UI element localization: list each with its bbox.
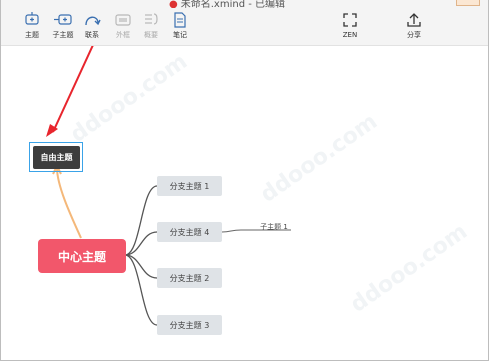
- mind-map-canvas[interactable]: ddooo.com ddooo.com ddooo.com 自由主题 中心主题 …: [1, 46, 488, 359]
- relation-button[interactable]: 联系: [77, 12, 107, 40]
- boundary-button[interactable]: 外框: [108, 12, 138, 40]
- topic-icon: [25, 12, 39, 25]
- topic-label: 主题: [25, 31, 39, 39]
- toolbar: 主题 子主题 联系 外框 概要 笔记 ZEN 分享: [1, 8, 488, 46]
- relation-label: 联系: [85, 31, 99, 39]
- relation-icon: [85, 16, 101, 26]
- boundary-icon: [115, 14, 131, 26]
- note-button[interactable]: 笔记: [165, 12, 195, 40]
- share-button[interactable]: 分享: [399, 12, 429, 40]
- free-topic[interactable]: 自由主题: [33, 146, 80, 169]
- window-corner-badge: [456, 0, 480, 6]
- summary-label: 概要: [144, 31, 158, 39]
- unsaved-dot-icon: ●: [169, 0, 178, 8]
- branch-connector-2: [124, 254, 158, 279]
- annotation-arrow-line: [52, 46, 94, 133]
- summary-button[interactable]: 概要: [136, 12, 166, 40]
- subtopic-button[interactable]: 子主题: [48, 12, 78, 40]
- title-bar: ● 未命名.xmind - 已编辑: [1, 0, 488, 8]
- connection-lines: [46, 46, 291, 326]
- topic-button[interactable]: 主题: [17, 12, 47, 40]
- note-label: 笔记: [173, 31, 187, 39]
- window-title-text: 未命名.xmind - 已编辑: [180, 0, 286, 8]
- subtopic-label: 子主题: [52, 31, 74, 39]
- share-label: 分享: [407, 31, 421, 39]
- branch-connector-4: [124, 231, 158, 256]
- share-icon: [407, 13, 421, 27]
- relation-curve[interactable]: [56, 167, 82, 239]
- branch-topic-2[interactable]: 分支主题 2: [157, 268, 222, 288]
- zen-label: ZEN: [342, 31, 358, 39]
- zen-button[interactable]: ZEN: [335, 12, 365, 40]
- branch-topic-1[interactable]: 分支主题 1: [157, 176, 222, 196]
- note-icon: [174, 12, 186, 28]
- window-title: ● 未命名.xmind - 已编辑: [169, 0, 285, 8]
- branch-topic-4[interactable]: 分支主题 4: [157, 222, 222, 242]
- subtopic-1[interactable]: 子主题 1: [257, 222, 291, 231]
- central-topic[interactable]: 中心主题: [38, 239, 126, 273]
- summary-icon: [145, 13, 158, 25]
- boundary-label: 外框: [116, 31, 130, 39]
- branch-topic-3[interactable]: 分支主题 3: [157, 315, 222, 335]
- subtopic-icon: [54, 14, 72, 25]
- branch-connector-1: [124, 185, 158, 256]
- fullscreen-icon: [343, 13, 357, 27]
